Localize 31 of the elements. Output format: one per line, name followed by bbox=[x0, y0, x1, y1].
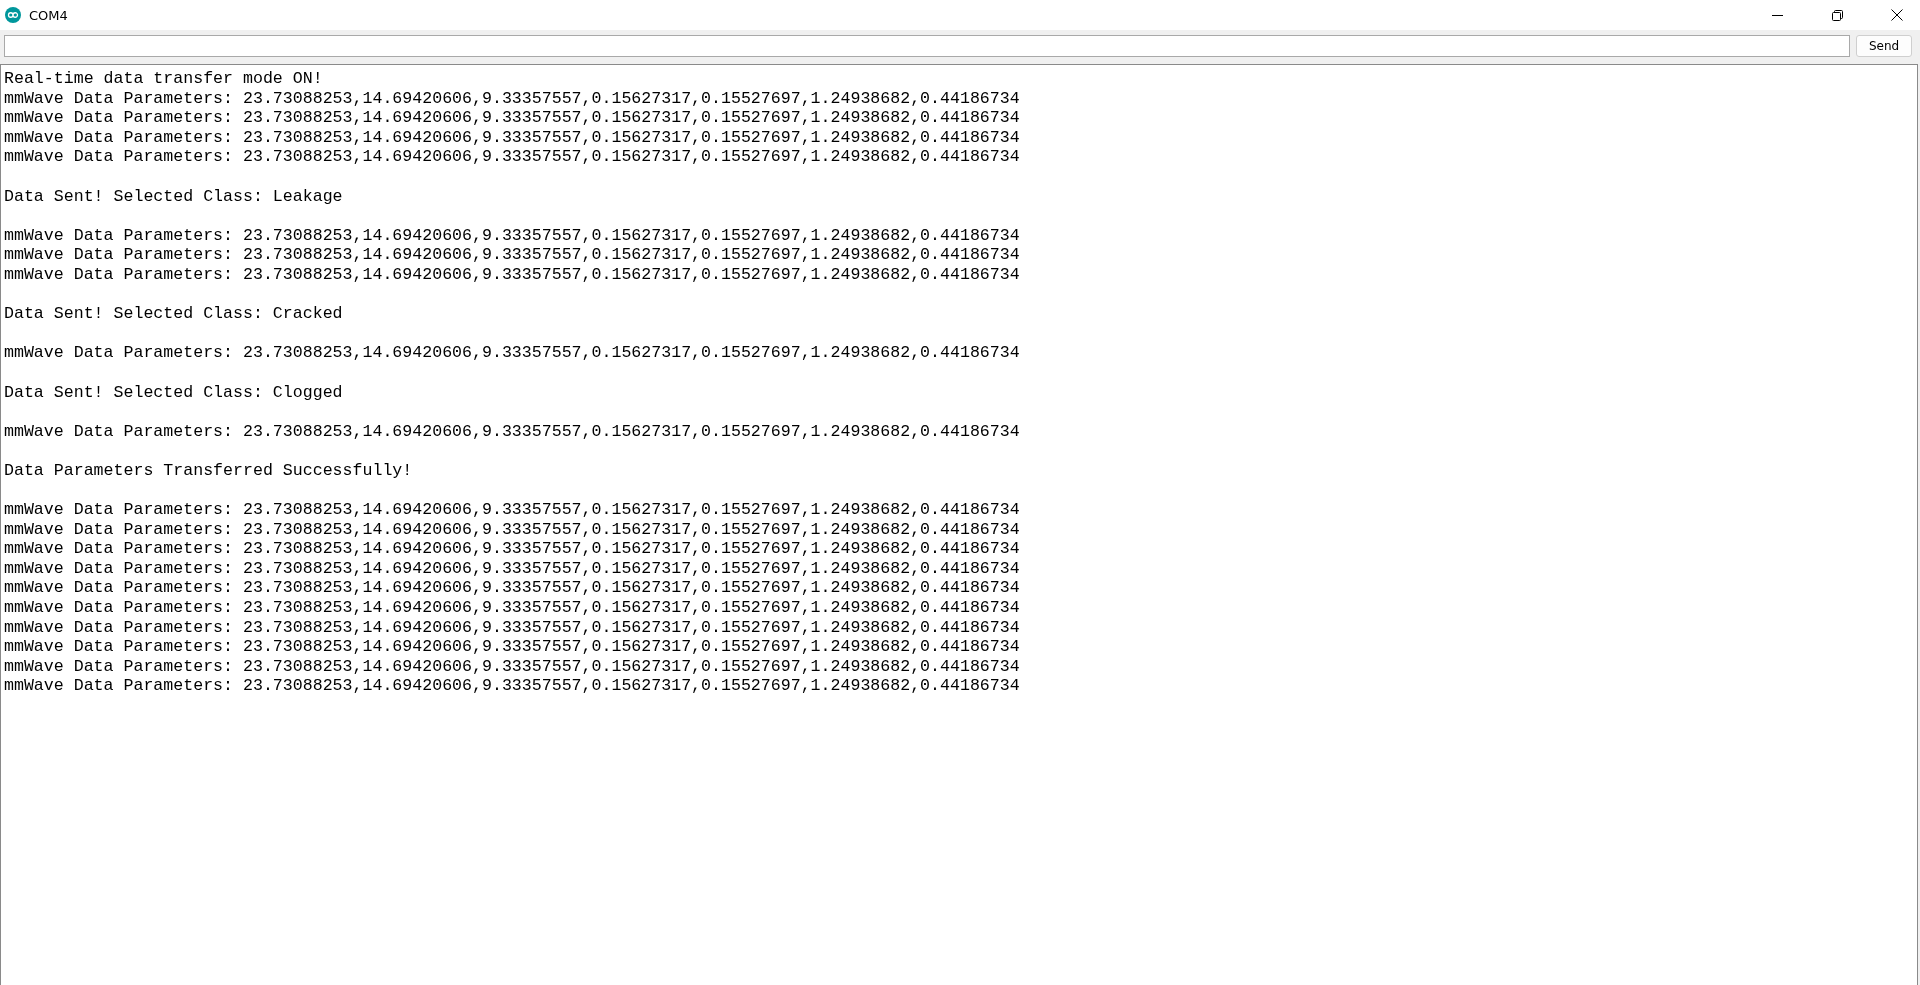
message-input-field[interactable] bbox=[4, 35, 1850, 57]
output-line: mmWave Data Parameters: 23.73088253,14.69420606,9.33357557,0.15627317,0.15527697,1.24938682,0.44186734 bbox=[4, 147, 1021, 167]
output-line: mmWave Data Parameters: 23.73088253,14.69420606,9.33357557,0.15627317,0.15527697,1.24938682,0.44186734 bbox=[4, 676, 1021, 696]
output-line: mmWave Data Parameters: 23.73088253,14.69420606,9.33357557,0.15627317,0.15527697,1.24938682,0.44186734 bbox=[4, 127, 1021, 148]
output-line: Data Sent! Selected Class: Cracked bbox=[4, 304, 344, 324]
app-logo-icon bbox=[5, 7, 21, 23]
send-button[interactable]: Send bbox=[1856, 35, 1912, 57]
output-line: Data Sent! Selected Class: Clogged bbox=[4, 382, 344, 403]
output-line: mmWave Data Parameters: 23.73088253,14.69420606,9.33357557,0.15627317,0.15527697,1.24938682,0.44186734 bbox=[4, 637, 1021, 657]
output-line: mmWave Data Parameters: 23.73088253,14.69420606,9.33357557,0.15627317,0.15527697,1.24938682,0.44186734 bbox=[4, 578, 1021, 599]
output-line: mmWave Data Parameters: 23.73088253,14.69420606,9.33357557,0.15627317,0.15527697,1.24938682,0.44186734 bbox=[4, 617, 1021, 638]
close-icon[interactable] bbox=[1891, 9, 1903, 21]
output-line: mmWave Data Parameters: 23.73088253,14.69420606,9.33357557,0.15627317,0.15527697,1.24938682,0.44186734 bbox=[4, 88, 1021, 109]
output-line: mmWave Data Parameters: 23.73088253,14.69420606,9.33357557,0.15627317,0.15527697,1.24938682,0.44186734 bbox=[4, 598, 1021, 618]
minimize-icon[interactable] bbox=[1771, 14, 1783, 16]
output-line: Real-time data transfer mode ON! bbox=[4, 69, 324, 89]
output-line: mmWave Data Parameters: 23.73088253,14.69420606,9.33357557,0.15627317,0.15527697,1.24938682,0.44186734 bbox=[4, 500, 1021, 520]
output-line: mmWave Data Parameters: 23.73088253,14.69420606,9.33357557,0.15627317,0.15527697,1.24938682,0.44186734 bbox=[4, 225, 1021, 246]
output-line: mmWave Data Parameters: 23.73088253,14.69420606,9.33357557,0.15627317,0.15527697,1.24938682,0.44186734 bbox=[4, 264, 1021, 285]
output-line: Data Parameters Transferred Successfully! bbox=[4, 460, 414, 481]
output-line: mmWave Data Parameters: 23.73088253,14.69420606,9.33357557,0.15627317,0.15527697,1.24938682,0.44186734 bbox=[4, 343, 1021, 363]
output-line: mmWave Data Parameters: 23.73088253,14.69420606,9.33357557,0.15627317,0.15527697,1.24938682,0.44186734 bbox=[4, 108, 1021, 128]
output-line: mmWave Data Parameters: 23.73088253,14.69420606,9.33357557,0.15627317,0.15527697,1.24938682,0.44186734 bbox=[4, 421, 1021, 442]
output-line: mmWave Data Parameters: 23.73088253,14.69420606,9.33357557,0.15627317,0.15527697,1.24938682,0.44186734 bbox=[4, 519, 1021, 540]
output-line: mmWave Data Parameters: 23.73088253,14.69420606,9.33357557,0.15627317,0.15527697,1.24938682,0.44186734 bbox=[4, 539, 1021, 559]
output-line: Data Sent! Selected Class: Leakage bbox=[4, 186, 344, 207]
output-line: mmWave Data Parameters: 23.73088253,14.69420606,9.33357557,0.15627317,0.15527697,1.24938682,0.44186734 bbox=[4, 245, 1021, 265]
output-line: mmWave Data Parameters: 23.73088253,14.69420606,9.33357557,0.15627317,0.15527697,1.24938682,0.44186734 bbox=[4, 656, 1021, 677]
window-title: COM4 bbox=[29, 7, 69, 23]
restore-icon[interactable] bbox=[1831, 9, 1843, 21]
output-line: mmWave Data Parameters: 23.73088253,14.69420606,9.33357557,0.15627317,0.15527697,1.24938682,0.44186734 bbox=[4, 558, 1021, 579]
